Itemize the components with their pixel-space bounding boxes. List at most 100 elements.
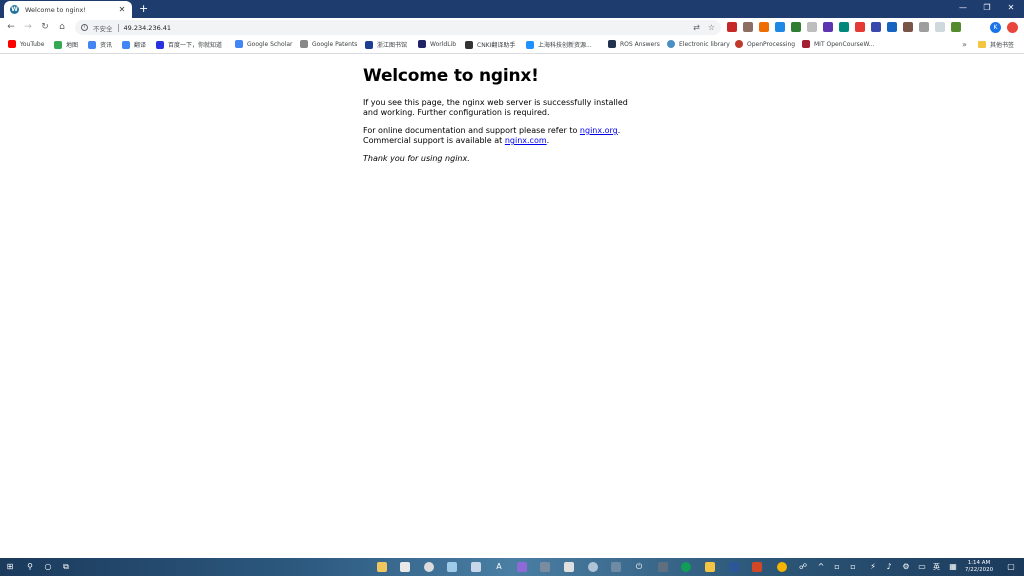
bookmark-mit-ocw[interactable]: MIT OpenCourseW... <box>802 40 874 48</box>
update-icon[interactable] <box>1007 22 1018 33</box>
globe-icon <box>667 40 675 48</box>
maps-icon <box>54 40 62 49</box>
profile-avatar[interactable]: K <box>990 22 1001 33</box>
download-icon[interactable] <box>919 22 929 32</box>
app-icon[interactable] <box>564 562 574 572</box>
intro-paragraph: If you see this page, the nginx web serv… <box>363 98 628 117</box>
google-icon <box>300 40 308 48</box>
power-icon[interactable]: ⏻ <box>634 562 644 572</box>
browser-toolbar: ← → ↻ ⌂ i 不安全 49.234.236.41 ⇄ ☆ K <box>0 18 1024 37</box>
home-button[interactable]: ⌂ <box>56 21 68 33</box>
chrome-icon[interactable] <box>424 562 434 572</box>
extension-icon[interactable] <box>839 22 849 32</box>
network-icon[interactable]: ⚡ <box>868 562 878 572</box>
translate-icon <box>122 40 130 49</box>
search-icon[interactable]: ⚲ <box>25 562 35 572</box>
star-icon[interactable]: ☆ <box>708 23 715 32</box>
extension-icon[interactable] <box>775 22 785 32</box>
tab-close-icon[interactable]: ✕ <box>118 5 126 14</box>
nginx-org-link[interactable]: nginx.org <box>580 126 618 135</box>
minimize-button[interactable]: — <box>951 0 975 16</box>
new-tab-button[interactable]: + <box>139 2 148 16</box>
bookmark-maps[interactable]: 地图 <box>54 40 78 49</box>
extension-icon[interactable] <box>871 22 881 32</box>
keyboard-icon[interactable]: ▭ <box>917 562 927 572</box>
tab-active[interactable]: W Welcome to nginx! ✕ <box>4 1 132 18</box>
app-icon[interactable] <box>447 562 457 572</box>
chevron-up-icon[interactable]: ^ <box>816 562 826 572</box>
extension-icon[interactable] <box>823 22 833 32</box>
extension-icon[interactable] <box>759 22 769 32</box>
edge-icon[interactable] <box>681 562 691 572</box>
tray-icon[interactable]: ▫ <box>848 562 858 572</box>
app-icon[interactable] <box>588 562 598 572</box>
library-icon <box>365 40 373 49</box>
extension-icon[interactable] <box>855 22 865 32</box>
tray-icon[interactable]: ▫ <box>832 562 842 572</box>
bookmarks-bar: YouTube 地图 资讯 翻译 百度一下，你就知道 Google Schola… <box>0 37 1024 54</box>
extension-icon[interactable] <box>951 22 961 32</box>
app-icon[interactable] <box>540 562 550 572</box>
bookmark-openprocessing[interactable]: OpenProcessing <box>735 40 795 48</box>
tray-icon[interactable]: ⚙ <box>901 562 911 572</box>
worldlib-icon <box>418 40 426 48</box>
youtube-icon <box>8 40 16 48</box>
bookmark-ros-answers[interactable]: ROS Answers <box>608 40 660 48</box>
address-separator <box>117 23 119 32</box>
address-bar[interactable]: i 不安全 49.234.236.41 ⇄ ☆ <box>75 20 721 35</box>
app-icon[interactable] <box>471 562 481 572</box>
bookmark-youtube[interactable]: YouTube <box>8 40 44 48</box>
extensions-row <box>727 22 961 32</box>
extension-icon[interactable] <box>935 22 945 32</box>
volume-icon[interactable]: ♪ <box>884 562 894 572</box>
folder-icon[interactable] <box>705 562 715 572</box>
bookmark-google-scholar[interactable]: Google Scholar <box>235 40 292 48</box>
bookmark-cnki[interactable]: CNKI翻译助手 <box>465 40 515 49</box>
app-icon[interactable] <box>400 562 410 572</box>
tab-title: Welcome to nginx! <box>25 5 87 14</box>
word-icon[interactable] <box>729 562 739 572</box>
back-button[interactable]: ← <box>5 21 17 33</box>
extension-icon[interactable] <box>807 22 817 32</box>
ros-icon <box>608 40 616 48</box>
bookmark-zhejiang-library[interactable]: 浙江图书馆 <box>365 40 407 49</box>
other-bookmarks-folder[interactable]: 其他书签 <box>978 40 1014 49</box>
restore-button[interactable]: ❐ <box>975 0 999 16</box>
app-icon[interactable] <box>611 562 621 572</box>
task-view-icon[interactable]: ⧉ <box>61 562 71 572</box>
bookmark-baidu[interactable]: 百度一下，你就知道 <box>156 40 222 49</box>
reload-button[interactable]: ↻ <box>39 21 51 33</box>
bookmark-news[interactable]: 资讯 <box>88 40 112 49</box>
translate-icon[interactable]: ⇄ <box>693 23 700 32</box>
close-window-button[interactable]: ✕ <box>999 0 1023 16</box>
person-icon[interactable]: ☍ <box>798 562 808 572</box>
bookmark-translate[interactable]: 翻译 <box>122 40 146 49</box>
bookmark-electronic-library[interactable]: Electronic library <box>667 40 730 48</box>
file-explorer-icon[interactable] <box>377 562 387 572</box>
bookmark-google-patents[interactable]: Google Patents <box>300 40 357 48</box>
windows-start-icon[interactable]: ⊞ <box>5 562 15 572</box>
notification-icon[interactable]: ▢ <box>1006 562 1016 572</box>
bookmarks-overflow-button[interactable]: » <box>962 40 967 49</box>
nginx-com-link[interactable]: nginx.com <box>505 136 547 145</box>
extension-icon[interactable] <box>743 22 753 32</box>
clock[interactable]: 1:14 AM 7/22/2020 <box>962 560 996 574</box>
ime-mode-icon[interactable]: ▦ <box>948 562 958 572</box>
extension-shield-icon[interactable] <box>727 22 737 32</box>
visual-studio-icon[interactable] <box>517 562 527 572</box>
info-icon[interactable]: i <box>81 24 88 31</box>
url-text[interactable]: 49.234.236.41 <box>124 24 686 32</box>
app-icon[interactable] <box>777 562 787 572</box>
folder-icon <box>978 41 986 48</box>
text-app-icon[interactable]: A <box>494 562 504 572</box>
cortana-icon[interactable]: ○ <box>43 562 53 572</box>
bookmark-shanghai-resources[interactable]: 上海科技创新资源... <box>526 40 592 49</box>
bookmark-worldlib[interactable]: WorldLib <box>418 40 456 48</box>
ime-language[interactable]: 英 <box>933 562 940 572</box>
app-icon[interactable] <box>658 562 668 572</box>
powerpoint-icon[interactable] <box>752 562 762 572</box>
forward-button[interactable]: → <box>22 21 34 33</box>
extension-icon[interactable] <box>887 22 897 32</box>
extension-icon[interactable] <box>903 22 913 32</box>
extension-icon[interactable] <box>791 22 801 32</box>
